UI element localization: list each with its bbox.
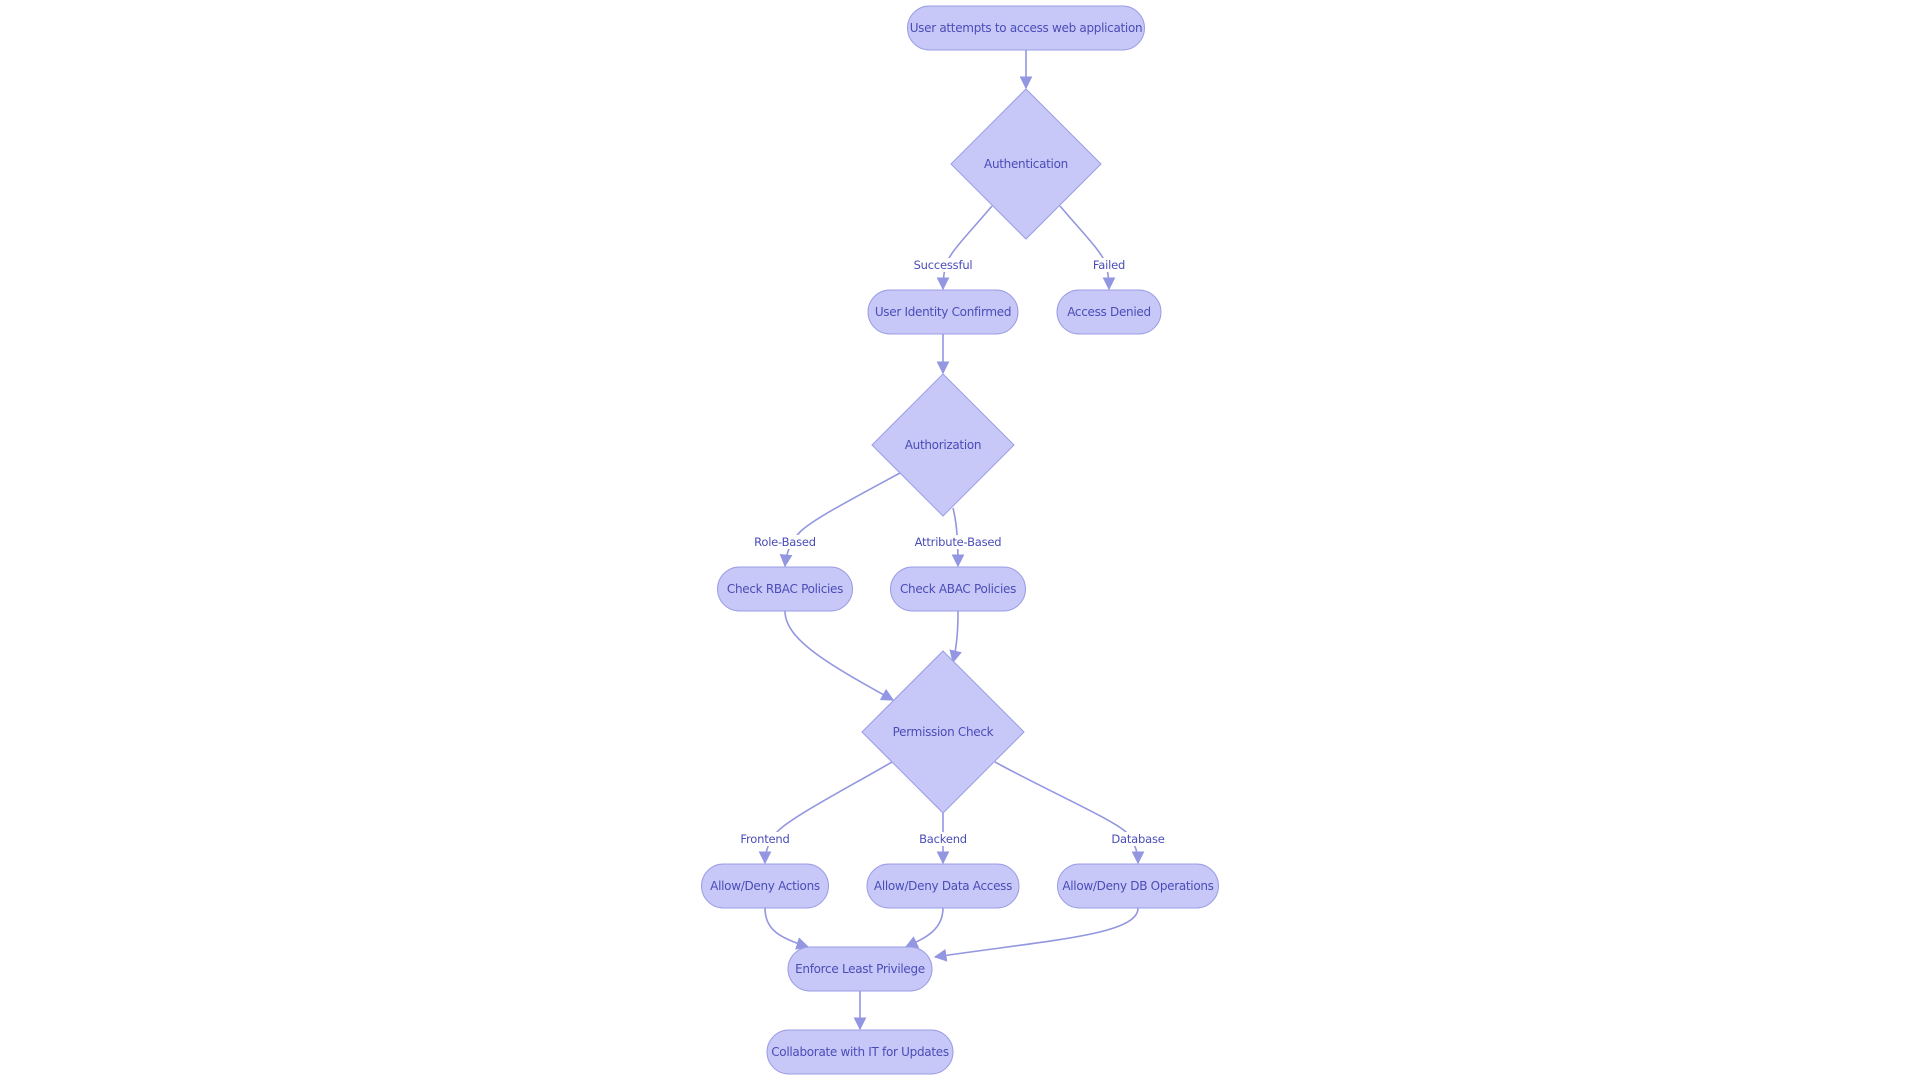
- edge-label-text: Database: [1111, 832, 1164, 846]
- edge-label-authz-to-abac: Attribute-Based: [912, 535, 1004, 549]
- node-label: Allow/Deny DB Operations: [1062, 879, 1213, 893]
- edge-abac-to-perm: [949, 610, 962, 664]
- node-label: Authentication: [984, 157, 1068, 171]
- edge-label-text: Backend: [919, 832, 967, 846]
- node-authn: Authentication: [950, 88, 1102, 240]
- edge-label-perm-to-db: Database: [1109, 832, 1167, 846]
- edge-authz-to-rbac: [779, 472, 901, 568]
- node-denied: Access Denied: [1056, 289, 1162, 335]
- node-abac: Check ABAC Policies: [890, 566, 1026, 612]
- edge-label-authn-to-confirmed: Successful: [911, 258, 975, 272]
- node-least: Enforce Least Privilege: [787, 946, 933, 992]
- node-label: Check ABAC Policies: [900, 582, 1016, 596]
- node-authz: Authorization: [871, 373, 1015, 517]
- node-actions: Allow/Deny Actions: [701, 863, 829, 909]
- edge-label-perm-to-actions: Frontend: [738, 832, 792, 846]
- node-perm: Permission Check: [861, 650, 1025, 814]
- node-label: Collaborate with IT for Updates: [771, 1045, 949, 1059]
- edge-label-text: Frontend: [740, 832, 789, 846]
- edge-label-perm-to-data: Backend: [917, 832, 969, 846]
- node-label: Enforce Least Privilege: [795, 962, 925, 976]
- node-collab: Collaborate with IT for Updates: [766, 1029, 954, 1075]
- edge-authn-to-confirmed: [936, 205, 993, 291]
- edge-rbac-to-perm: [784, 610, 895, 701]
- node-label: User Identity Confirmed: [875, 305, 1011, 319]
- edge-perm-to-db: [994, 761, 1145, 865]
- edge-label-authn-to-denied: Failed: [1090, 258, 1128, 272]
- node-label: Access Denied: [1067, 305, 1151, 319]
- node-label: Permission Check: [893, 725, 994, 739]
- edge-db-to-least: [933, 907, 1139, 962]
- node-label: Allow/Deny Actions: [710, 879, 820, 893]
- node-confirmed: User Identity Confirmed: [867, 289, 1019, 335]
- edge-authn-to-denied: [1059, 205, 1116, 291]
- edge-label-text: Successful: [914, 258, 973, 272]
- node-rbac: Check RBAC Policies: [717, 566, 853, 612]
- edge-actions-to-least: [764, 907, 810, 950]
- node-db: Allow/Deny DB Operations: [1057, 863, 1219, 909]
- node-label: Check RBAC Policies: [727, 582, 843, 596]
- edge-label-authz-to-rbac: Role-Based: [752, 535, 818, 549]
- edge-label-text: Failed: [1093, 258, 1125, 272]
- node-data: Allow/Deny Data Access: [866, 863, 1020, 909]
- edge-label-text: Role-Based: [754, 535, 816, 549]
- edge-data-to-least: [904, 907, 944, 948]
- node-label: User attempts to access web application: [910, 21, 1143, 35]
- edge-perm-to-actions: [758, 761, 893, 865]
- node-label: Authorization: [905, 438, 981, 452]
- node-start: User attempts to access web application: [907, 5, 1145, 51]
- node-label: Allow/Deny Data Access: [874, 879, 1012, 893]
- edge-label-text: Attribute-Based: [915, 535, 1002, 549]
- flowchart-diagram: User attempts to access web application A…: [701, 5, 1219, 1075]
